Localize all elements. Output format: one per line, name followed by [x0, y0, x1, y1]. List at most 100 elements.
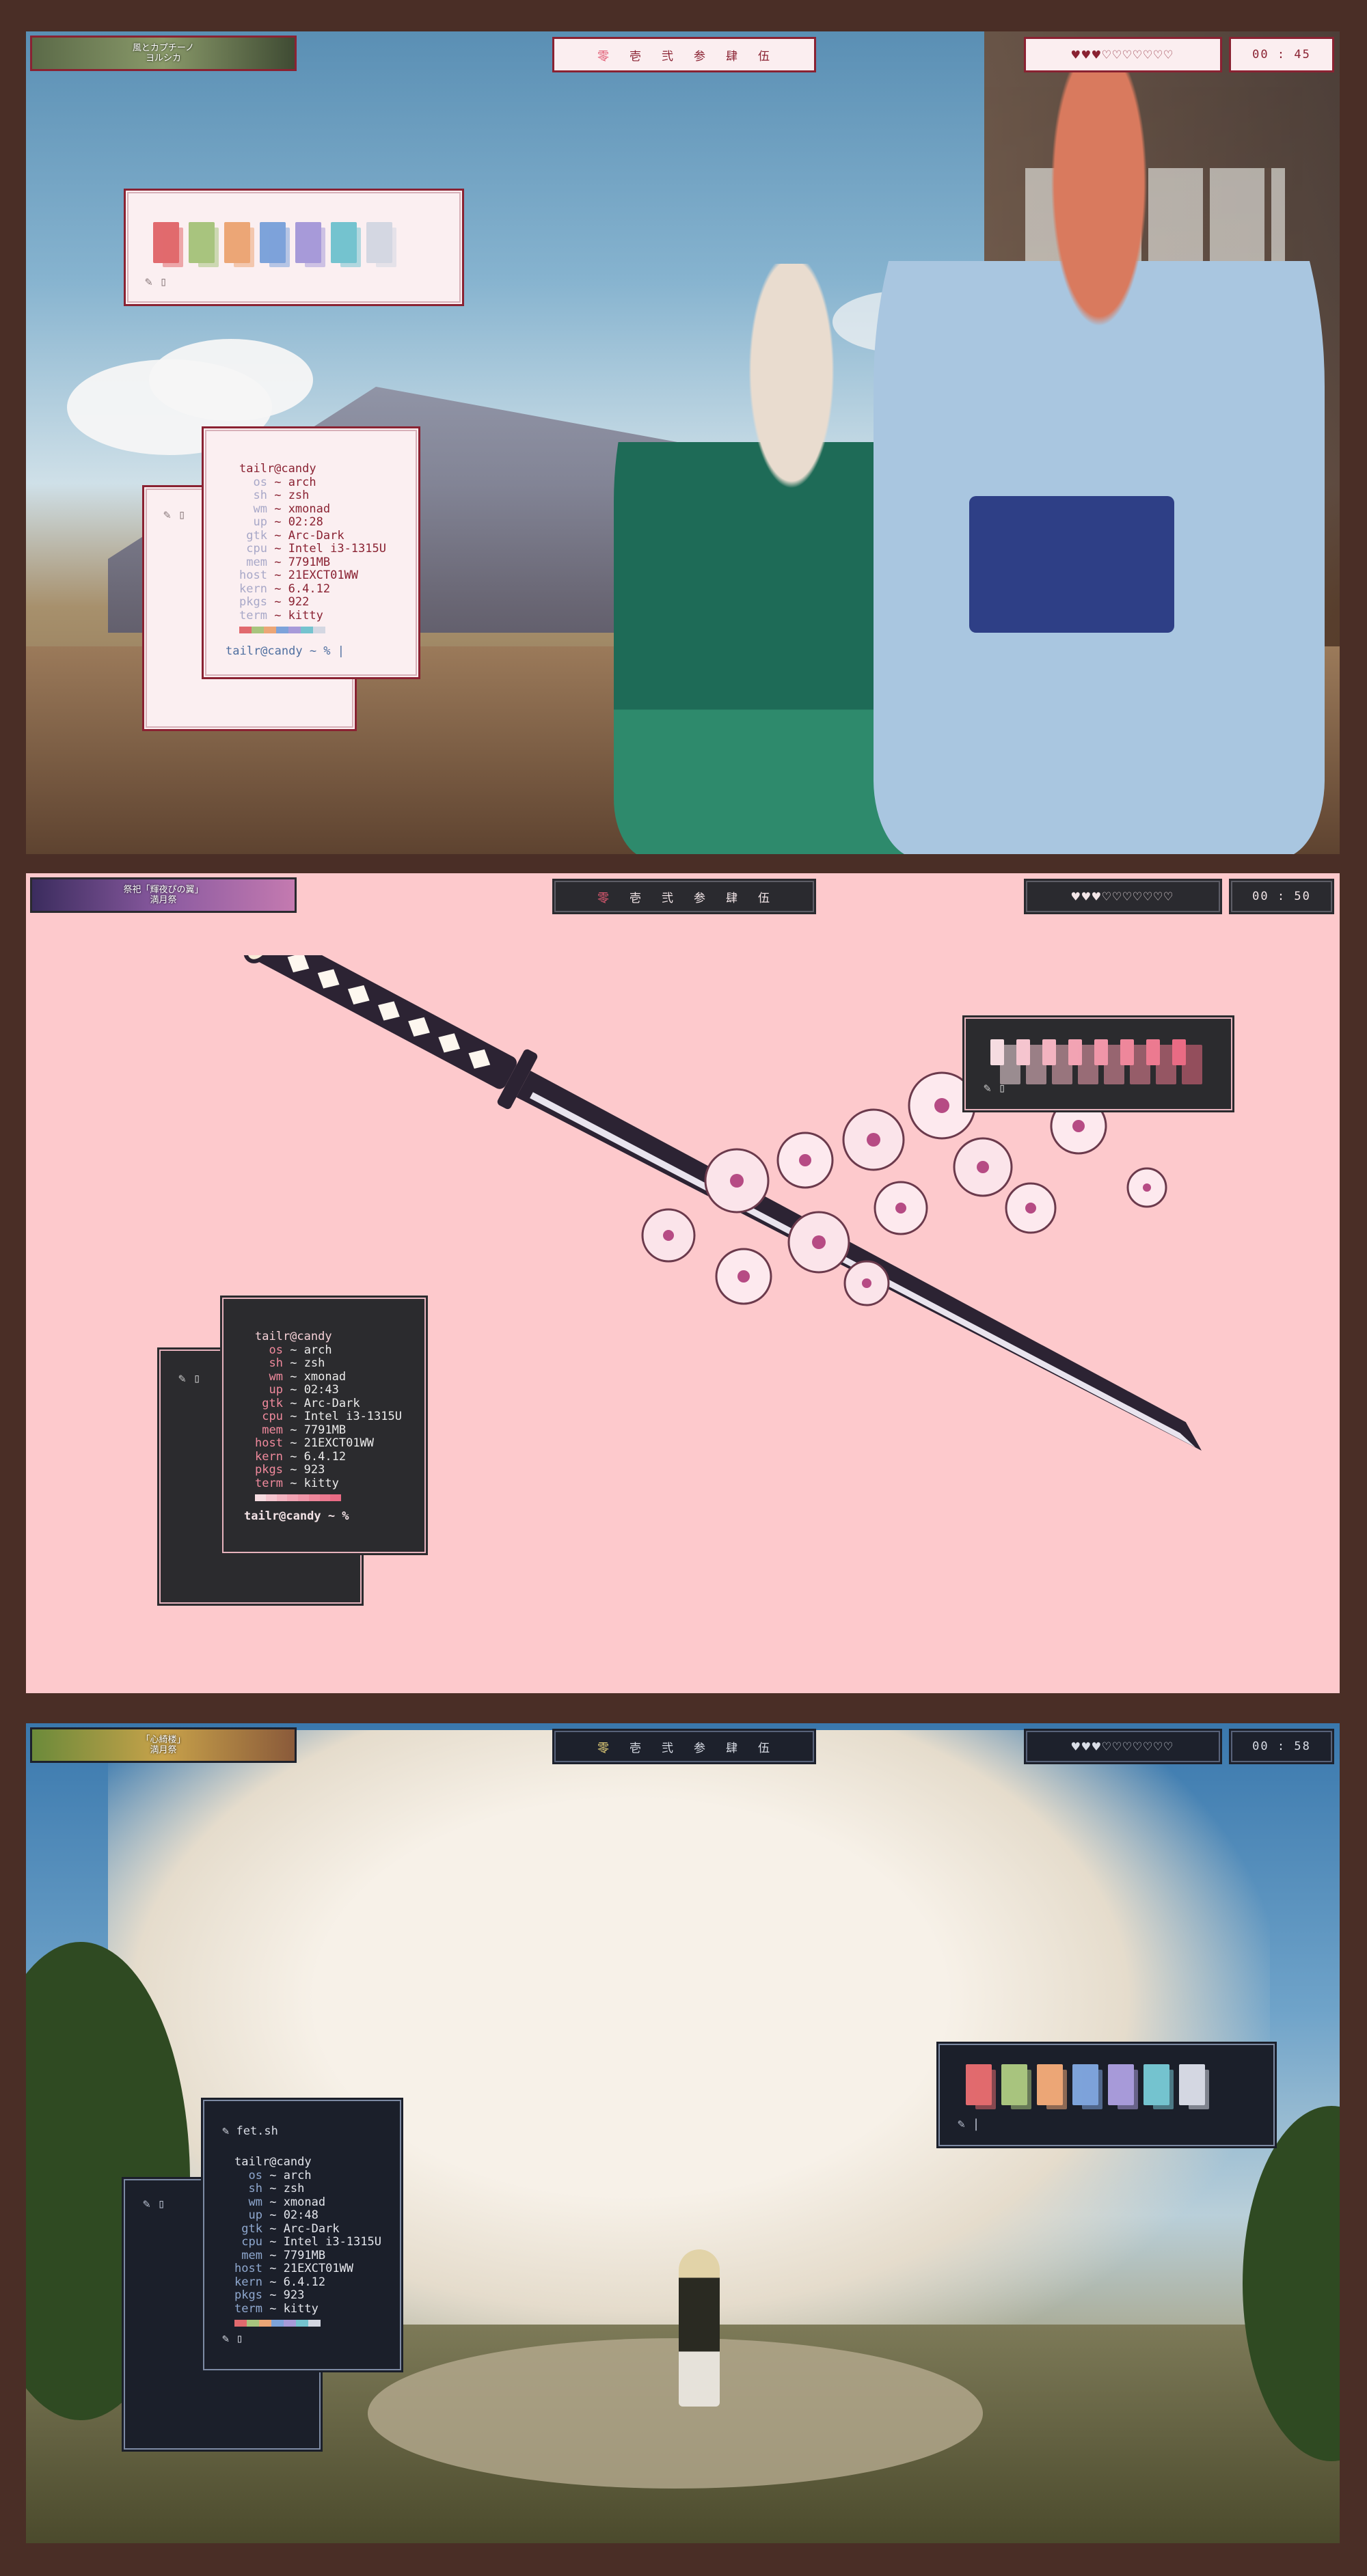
fetch-value: 02:48 [283, 2208, 319, 2222]
fetch-value: 21EXCT01WW [288, 568, 359, 582]
dirt-path [368, 2338, 983, 2489]
fetch-key: wm [269, 1369, 283, 1384]
music-widget[interactable]: 「心綺楼」 満月祭 [30, 1727, 297, 1763]
fetch-row-host: host ~ 21EXCT01WW [239, 568, 359, 582]
fetch-key: term [255, 1476, 283, 1490]
cloud [149, 339, 313, 421]
fetch-terminal[interactable]: ✎ fet.sh tailr@candy os ~ arch sh ~ zsh … [201, 2098, 403, 2372]
terminal-prompt: ✎ ▯ [984, 1081, 1006, 1095]
workspace-1[interactable]: 壱 [630, 888, 642, 905]
workspace-0[interactable]: 零 [597, 888, 610, 905]
workspace-3[interactable]: 参 [694, 46, 707, 64]
character-marisa [679, 2249, 720, 2407]
fetch-row-up: up ~ 02:48 [248, 2208, 319, 2222]
character-komachi [874, 72, 1325, 854]
workspace-4[interactable]: 肆 [726, 888, 739, 905]
fetch-row-gtk: gtk ~ Arc-Dark [262, 1396, 360, 1410]
fetch-row-pkgs: pkgs ~ 922 [239, 595, 310, 609]
fetch-terminal[interactable]: tailr@candy os ~ arch sh ~ zsh wm ~ xmon… [202, 426, 420, 679]
fetch-value: Arc-Dark [283, 2221, 340, 2236]
fetch-value: kitty [283, 2301, 319, 2316]
palette-terminal[interactable]: ✎ ▯ [962, 1015, 1234, 1112]
fetch-key: term [239, 608, 267, 622]
battery-hearts: ♥♥♥♡♡♡♡♡♡♡ [1024, 37, 1222, 72]
color-strip [234, 2320, 321, 2327]
command-prompt: ✎ ▯ [222, 2332, 243, 2346]
fetch-row-cpu: cpu ~ Intel i3-1315U [246, 542, 386, 556]
terminal-prompt: ✎ ▯ [143, 2197, 165, 2211]
workspace-5[interactable]: 伍 [758, 888, 771, 905]
workspace-4[interactable]: 肆 [726, 1738, 739, 1755]
color-swatch [1179, 2064, 1209, 2109]
palette-terminal[interactable]: ✎ ▯ [124, 189, 464, 306]
song-artist: ヨルシカ [145, 53, 181, 64]
fetch-value: Intel i3-1315U [288, 542, 386, 556]
color-swatch [1108, 2064, 1138, 2109]
terminal-prompt: ✎ ▯ [178, 1371, 201, 1386]
fetch-key: mem [246, 555, 267, 569]
music-widget[interactable]: 祭祀「輝夜ぴの翼」 満月祭 [30, 877, 297, 913]
color-swatch [366, 222, 396, 267]
battery-hearts: ♥♥♥♡♡♡♡♡♡♡ [1024, 1729, 1222, 1764]
workspace-2[interactable]: 弐 [662, 1738, 675, 1755]
song-artist: 満月祭 [150, 895, 177, 905]
workspace-bar: 零 壱 弐 参 肆 伍 [552, 1729, 816, 1764]
color-swatch [1037, 2064, 1067, 2109]
color-swatch [260, 222, 290, 267]
clock: 00 : 45 [1229, 37, 1334, 72]
workspace-0[interactable]: 零 [597, 46, 610, 64]
song-title: 祭祀「輝夜ぴの翼」 [123, 885, 204, 895]
fetch-value: 21EXCT01WW [283, 2262, 354, 2275]
workspace-5[interactable]: 伍 [758, 46, 771, 64]
fetch-key: wm [248, 2195, 262, 2209]
workspace-0[interactable]: 零 [597, 1738, 610, 1755]
fetch-output: tailr@candy os ~ arch sh ~ zsh wm ~ xmon… [234, 2155, 381, 2327]
workspace-bar: 零 壱 弐 参 肆 伍 [552, 37, 816, 72]
fetch-row-up: up ~ 02:43 [269, 1383, 339, 1397]
clock: 00 : 58 [1229, 1729, 1334, 1764]
fetch-row-wm: wm ~ xmonad [253, 502, 331, 516]
song-title: 風とカプチーノ [132, 43, 195, 53]
color-swatch [153, 222, 183, 267]
fetch-row-host: host ~ 21EXCT01WW [255, 1436, 375, 1450]
desktop-screen-2: 祭祀「輝夜ぴの翼」 満月祭 零 壱 弐 参 肆 伍 ♥♥♥♡♡♡♡♡♡♡ 00 … [26, 873, 1340, 1693]
fetch-key: pkgs [239, 595, 267, 609]
workspace-3[interactable]: 参 [694, 1738, 707, 1755]
fetch-value: 7791MB [288, 555, 331, 569]
workspace-bar: 零 壱 弐 参 肆 伍 [552, 879, 816, 914]
fetch-terminal[interactable]: tailr@candy os ~ arch sh ~ zsh wm ~ xmon… [220, 1296, 428, 1555]
fetch-row-wm: wm ~ xmonad [248, 2195, 326, 2209]
obi-sash [969, 496, 1174, 633]
script-title: ✎ fet.sh [222, 2124, 278, 2138]
fetch-value: 923 [303, 1463, 325, 1477]
fetch-row-host: host ~ 21EXCT01WW [234, 2262, 354, 2275]
color-strip [255, 1494, 341, 1501]
color-swatches [990, 1039, 1202, 1084]
workspace-2[interactable]: 弐 [662, 888, 675, 905]
color-swatch [295, 222, 325, 267]
fetch-key: gtk [241, 2221, 262, 2236]
workspace-3[interactable]: 参 [694, 888, 707, 905]
music-widget[interactable]: 風とカプチーノ ヨルシカ [30, 36, 297, 71]
fetch-key: host [234, 2262, 262, 2275]
color-swatch [1146, 1039, 1176, 1084]
workspace-1[interactable]: 壱 [630, 46, 642, 64]
fetch-value: arch [283, 2168, 312, 2182]
terminal-prompt: ✎ ▯ [145, 275, 167, 289]
palette-terminal[interactable]: ✎ | [936, 2042, 1277, 2148]
fetch-key: host [239, 568, 267, 582]
workspace-1[interactable]: 壱 [630, 1738, 642, 1755]
fetch-row-cpu: cpu ~ Intel i3-1315U [262, 1410, 402, 1423]
fetch-row-term: term ~ kitty [239, 608, 323, 622]
fetch-key: mem [262, 1423, 283, 1437]
color-swatch [1172, 1039, 1202, 1084]
color-swatch [1094, 1039, 1124, 1084]
workspace-4[interactable]: 肆 [726, 46, 739, 64]
color-swatches [966, 2064, 1209, 2109]
color-swatch [189, 222, 219, 267]
color-swatch [1068, 1039, 1098, 1084]
fetch-key: sh [253, 489, 267, 502]
fetch-row-mem: mem ~ 7791MB [262, 1423, 347, 1437]
workspace-5[interactable]: 伍 [758, 1738, 771, 1755]
workspace-2[interactable]: 弐 [662, 46, 675, 64]
